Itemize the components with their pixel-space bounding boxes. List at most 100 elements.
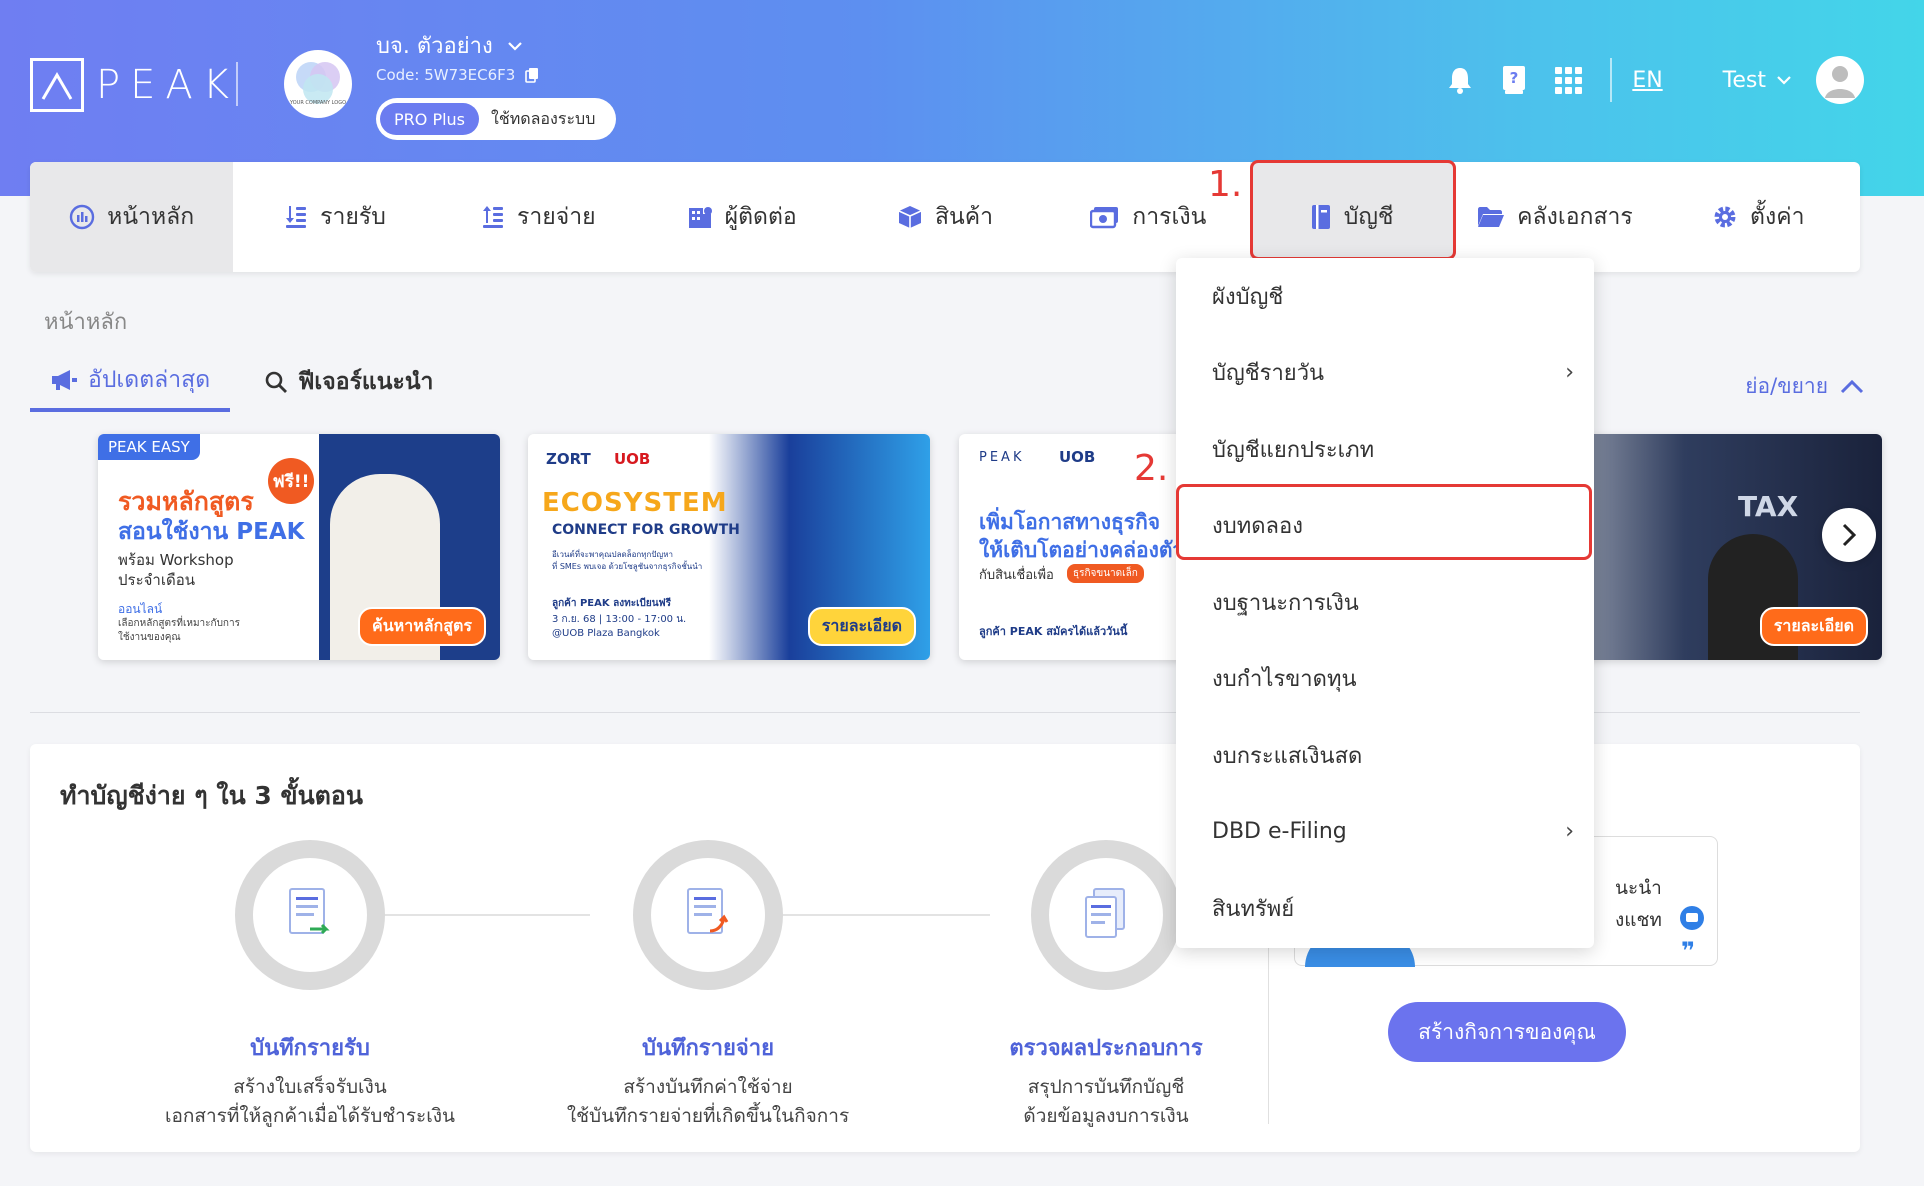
menu-item-label: งบกำไรขาดทุน	[1212, 667, 1357, 693]
menu-item-chart-of-accounts[interactable]: ผังบัญชี	[1176, 258, 1594, 335]
nav-documents[interactable]: คลังเอกสาร	[1453, 162, 1656, 272]
banner-title: ให้เติบโตอย่างคล่องตัว	[979, 538, 1185, 562]
nav-products[interactable]: สินค้า	[843, 162, 1046, 272]
nav-label: ผู้ติดต่อ	[724, 204, 797, 230]
nav-home[interactable]: หน้าหลัก	[30, 162, 234, 272]
help-book-icon[interactable]: ?	[1492, 58, 1536, 102]
home-tabs: อัปเดตล่าสุด ฟีเจอร์แนะนำ	[30, 362, 433, 412]
box-icon	[897, 204, 923, 230]
menu-item-label: งบฐานะการเงิน	[1212, 590, 1359, 616]
gear-icon	[1712, 204, 1738, 230]
banner-text: ลูกค้า PEAK สมัครได้แล้ววันนี้	[979, 625, 1128, 638]
step-title: บันทึกรายจ่าย	[641, 1036, 775, 1061]
menu-item-label: งบกระแสเงินสด	[1212, 743, 1363, 769]
plan-badge[interactable]: PRO Plus ใช้ทดลองระบบ	[376, 98, 616, 140]
user-avatar-icon[interactable]	[1816, 56, 1864, 104]
nav-contacts[interactable]: ผู้ติดต่อ	[640, 162, 843, 272]
header-actions: ? EN Test	[1428, 56, 1864, 104]
create-business-button[interactable]: สร้างกิจการของคุณ	[1388, 1002, 1626, 1062]
dashboard-icon	[69, 204, 95, 230]
chevron-right-icon: ›	[1565, 819, 1574, 845]
trial-label: ใช้ทดลองระบบ	[491, 108, 596, 128]
bell-icon[interactable]	[1438, 58, 1482, 102]
banner-tax-text: TAX	[1738, 490, 1799, 523]
carousel-next-button[interactable]	[1822, 508, 1876, 562]
highlight-accounting	[1250, 160, 1456, 260]
nav-label: รายรับ	[320, 204, 386, 230]
money-icon	[1090, 205, 1120, 229]
accounting-dropdown: ผังบัญชี บัญชีรายวัน › บัญชีแยกประเภท งบท…	[1176, 258, 1594, 948]
menu-item-general-ledger[interactable]: บัญชีแยกประเภท	[1176, 411, 1594, 488]
chevron-up-icon	[1840, 379, 1864, 393]
collapse-toggle[interactable]: ย่อ/ขยาย	[1745, 370, 1864, 403]
highlight-trial-balance	[1176, 484, 1592, 560]
menu-item-cash-flow[interactable]: งบกระแสเงินสด	[1176, 717, 1594, 794]
step-desc: ด้วยข้อมูลงบการเงิน	[1023, 1104, 1189, 1127]
chevron-down-icon	[507, 41, 522, 51]
nav-label: การเงิน	[1132, 204, 1207, 230]
banner-text: @UOB Plaza Bangkok	[552, 628, 660, 639]
step-income[interactable]: บันทึกรายรับ สร้างใบเสร็จรับเงิน เอกสารท…	[150, 840, 470, 1130]
user-menu[interactable]: Test	[1723, 56, 1864, 104]
banner-subtitle: CONNECT FOR GROWTH	[552, 522, 740, 538]
chat-text: นะนำ	[1615, 877, 1662, 899]
step-desc: สรุปการบันทึกบัญชี	[1027, 1076, 1185, 1098]
banner-badge: ธุรกิจขนาดเล็ก	[1067, 564, 1144, 583]
apps-grid-icon[interactable]	[1546, 58, 1590, 102]
banner-text: 3 ก.ย. 68 | 13:00 - 17:00 น.	[552, 614, 687, 625]
tab-features[interactable]: ฟีเจอร์แนะนำ	[264, 362, 433, 412]
step-expense[interactable]: บันทึกรายจ่าย สร้างบันทึกค่าใช้จ่าย ใช้บ…	[548, 840, 868, 1130]
find-course-button[interactable]: ค้นหาหลักสูตร	[358, 607, 486, 646]
banner-title: ECOSYSTEM	[542, 488, 728, 518]
nav-expense[interactable]: รายจ่าย	[437, 162, 640, 272]
peak-logo[interactable]: PEAK	[30, 58, 239, 112]
banner-peak-easy[interactable]: PEAK EASY ฟรี!! รวมหลักสูตร สอนใช้งาน PE…	[98, 434, 500, 660]
banner-details-button[interactable]: รายละเอียด	[807, 607, 916, 646]
nav-label: หน้าหลัก	[107, 204, 195, 230]
banner-details-button[interactable]: รายละเอียด	[1759, 607, 1868, 646]
step-ring	[633, 840, 783, 990]
tab-updates[interactable]: อัปเดตล่าสุด	[30, 362, 231, 412]
banner-text: ใช้งานของคุณ	[118, 632, 181, 643]
menu-item-balance-sheet[interactable]: งบฐานะการเงิน	[1176, 564, 1594, 641]
menu-item-journal[interactable]: บัญชีรายวัน ›	[1176, 335, 1594, 412]
banner-text: ประจำเดือน	[118, 571, 195, 589]
step-ring	[235, 840, 385, 990]
step-desc: สร้างใบเสร็จรับเงิน	[233, 1076, 387, 1098]
step-ring	[1031, 840, 1181, 990]
menu-item-label: ผังบัญชี	[1212, 284, 1284, 310]
plan-name: PRO Plus	[380, 103, 480, 135]
chat-icon	[1680, 906, 1704, 930]
banner-ecosystem[interactable]: ZORT UOB ECOSYSTEM CONNECT FOR GROWTH อี…	[528, 434, 930, 660]
expense-icon	[481, 204, 505, 230]
step-title: บันทึกรายรับ	[250, 1036, 370, 1061]
chat-text: งแชท	[1615, 909, 1662, 931]
company-name: บจ. ตัวอย่าง	[376, 34, 493, 59]
company-logo[interactable]: YOUR COMPANY LOGO	[284, 50, 352, 118]
header-divider	[236, 62, 238, 106]
step-desc: สร้างบันทึกค่าใช้จ่าย	[623, 1076, 793, 1098]
company-code-row: Code: 5W73EC6F3	[376, 66, 539, 84]
nav-label: คลังเอกสาร	[1517, 204, 1633, 230]
breadcrumb: หน้าหลัก	[44, 310, 128, 335]
nav-settings[interactable]: ตั้งค่า	[1657, 162, 1860, 272]
nav-income[interactable]: รายรับ	[233, 162, 436, 272]
menu-item-label: DBD e-Filing	[1212, 819, 1347, 845]
step-title: ตรวจผลประกอบการ	[1009, 1036, 1203, 1061]
chevron-right-icon	[1842, 523, 1857, 547]
building-icon	[687, 204, 713, 230]
menu-item-dbd-efiling[interactable]: DBD e-Filing ›	[1176, 794, 1594, 871]
report-docs-icon	[1085, 888, 1125, 938]
company-switcher[interactable]: บจ. ตัวอย่าง	[376, 28, 523, 63]
company-code: Code: 5W73EC6F3	[376, 66, 516, 84]
svg-text:?: ?	[1510, 69, 1519, 87]
menu-item-profit-loss[interactable]: งบกำไรขาดทุน	[1176, 641, 1594, 718]
annotation-step-2: 2.	[1134, 448, 1169, 489]
header-actions-divider	[1610, 58, 1613, 102]
menu-item-label: บัญชีแยกประเภท	[1212, 437, 1375, 463]
menu-item-assets[interactable]: สินทรัพย์	[1176, 870, 1594, 947]
copy-icon[interactable]	[525, 67, 539, 83]
income-icon	[284, 204, 308, 230]
language-toggle[interactable]: EN	[1632, 68, 1662, 93]
banner-brand: ZORT	[546, 450, 591, 468]
